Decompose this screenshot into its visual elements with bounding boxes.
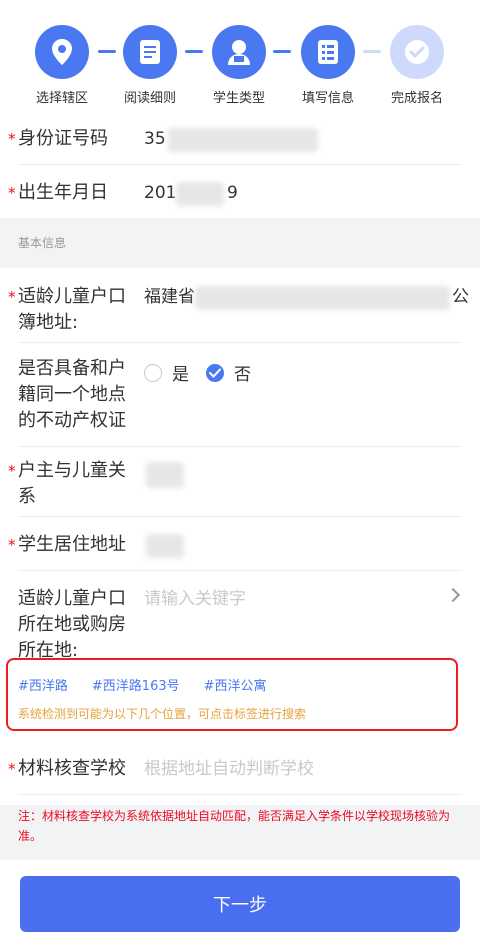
step-select-district: 选择辖区 bbox=[17, 25, 107, 106]
check-icon bbox=[390, 25, 444, 79]
birth-date-value-suffix: 9 bbox=[227, 183, 238, 203]
student-icon bbox=[212, 25, 266, 79]
form-icon bbox=[301, 25, 355, 79]
step-label: 完成报名 bbox=[390, 91, 443, 106]
field-label: * 学生居住地址 bbox=[8, 532, 126, 558]
school-input[interactable]: 根据地址自动判断学校 bbox=[144, 756, 314, 782]
step-label: 填写信息 bbox=[301, 91, 354, 106]
field-label: * 出生年月日 bbox=[8, 180, 108, 206]
section-basic-info: 基本信息 bbox=[0, 218, 480, 268]
school-note: 注：材料核查学校为系统依据地址自动匹配，能否满足入学条件以学校现场核验为准。 bbox=[18, 809, 451, 843]
divider bbox=[18, 342, 462, 343]
location-row[interactable]: 适龄儿童户口所在地或购房所在地: 请输入关键字 bbox=[0, 586, 480, 666]
required-mark: * bbox=[8, 184, 16, 202]
school-row[interactable]: * 材料核查学校 根据地址自动判断学校 bbox=[0, 756, 480, 786]
relation-row[interactable]: * 户主与儿童关系 bbox=[0, 458, 480, 518]
divider bbox=[18, 446, 462, 447]
field-label: 适龄儿童户口所在地或购房所在地: bbox=[18, 588, 126, 661]
required-mark: * bbox=[8, 462, 16, 480]
location-suggestions: #西洋路 #西洋路163号 #西洋公寓 系统检测到可能为以下几个位置，可点击标签… bbox=[6, 658, 458, 731]
suggestion-tags: #西洋路 #西洋路163号 #西洋公寓 bbox=[18, 675, 267, 694]
step-label: 阅读细则 bbox=[123, 91, 176, 106]
field-label: 是否具备和户籍同一个地点的不动产权证 bbox=[18, 358, 126, 431]
step-label: 选择辖区 bbox=[35, 91, 88, 106]
divider bbox=[18, 516, 462, 517]
suggestion-tag[interactable]: #西洋公寓 bbox=[204, 675, 267, 694]
divider bbox=[18, 794, 462, 795]
suggestion-hint: 系统检测到可能为以下几个位置，可点击标签进行搜索 bbox=[18, 707, 307, 721]
field-label: * 户主与儿童关系 bbox=[8, 460, 126, 507]
field-label: * 身份证号码 bbox=[8, 126, 108, 152]
step-student-type: 学生类型 bbox=[194, 25, 284, 106]
redacted-mask bbox=[168, 128, 318, 152]
redacted-mask bbox=[146, 534, 184, 558]
footer-bar: 下一步 bbox=[0, 860, 480, 938]
location-pin-icon bbox=[35, 25, 89, 79]
suggestion-tag[interactable]: #西洋路163号 bbox=[92, 675, 180, 694]
next-step-button[interactable]: 下一步 bbox=[20, 876, 460, 932]
step-read-rules: 阅读细则 bbox=[105, 25, 195, 106]
field-label: * 材料核查学校 bbox=[8, 756, 126, 782]
household-address-prefix: 福建省 bbox=[144, 287, 195, 307]
property-cert-row: 是否具备和户籍同一个地点的不动产权证 是 否 bbox=[0, 356, 480, 436]
divider bbox=[18, 570, 462, 571]
step-fill-info: 填写信息 bbox=[283, 25, 373, 106]
redacted-mask bbox=[195, 286, 450, 310]
household-address-suffix: 公 bbox=[452, 287, 469, 307]
location-search-input[interactable]: 请输入关键字 bbox=[144, 586, 246, 612]
identity-card: * 身份证号码 35 * 出生年月日 201 9 bbox=[0, 118, 480, 218]
step-progress-bar: 选择辖区 阅读细则 学生类型 填写信息 完成报名 bbox=[0, 0, 480, 118]
checked-radio-icon[interactable] bbox=[206, 363, 224, 382]
birth-date-row[interactable]: * 出生年月日 201 9 bbox=[0, 180, 480, 216]
required-mark: * bbox=[8, 536, 16, 554]
household-address-row[interactable]: * 适龄儿童户口簿地址: 福建省 公 bbox=[0, 284, 480, 344]
redacted-mask bbox=[146, 462, 184, 488]
radio-option-yes[interactable]: 是 bbox=[144, 360, 189, 385]
suggestion-tag[interactable]: #西洋路 bbox=[18, 675, 68, 694]
document-icon bbox=[123, 25, 177, 79]
field-label: * 适龄儿童户口簿地址: bbox=[8, 286, 126, 333]
step-label: 学生类型 bbox=[212, 91, 265, 106]
radio-option-no[interactable]: 否 bbox=[206, 360, 251, 385]
divider bbox=[18, 164, 462, 165]
residence-row[interactable]: * 学生居住地址 bbox=[0, 532, 480, 572]
radio-circle[interactable] bbox=[144, 363, 162, 382]
required-mark: * bbox=[8, 760, 16, 778]
step-complete: 完成报名 bbox=[372, 25, 462, 106]
required-mark: * bbox=[8, 288, 16, 306]
required-mark: * bbox=[8, 130, 16, 148]
birth-date-value-prefix: 201 bbox=[144, 183, 177, 203]
id-number-value: 35 bbox=[144, 129, 166, 149]
redacted-mask bbox=[176, 182, 224, 206]
